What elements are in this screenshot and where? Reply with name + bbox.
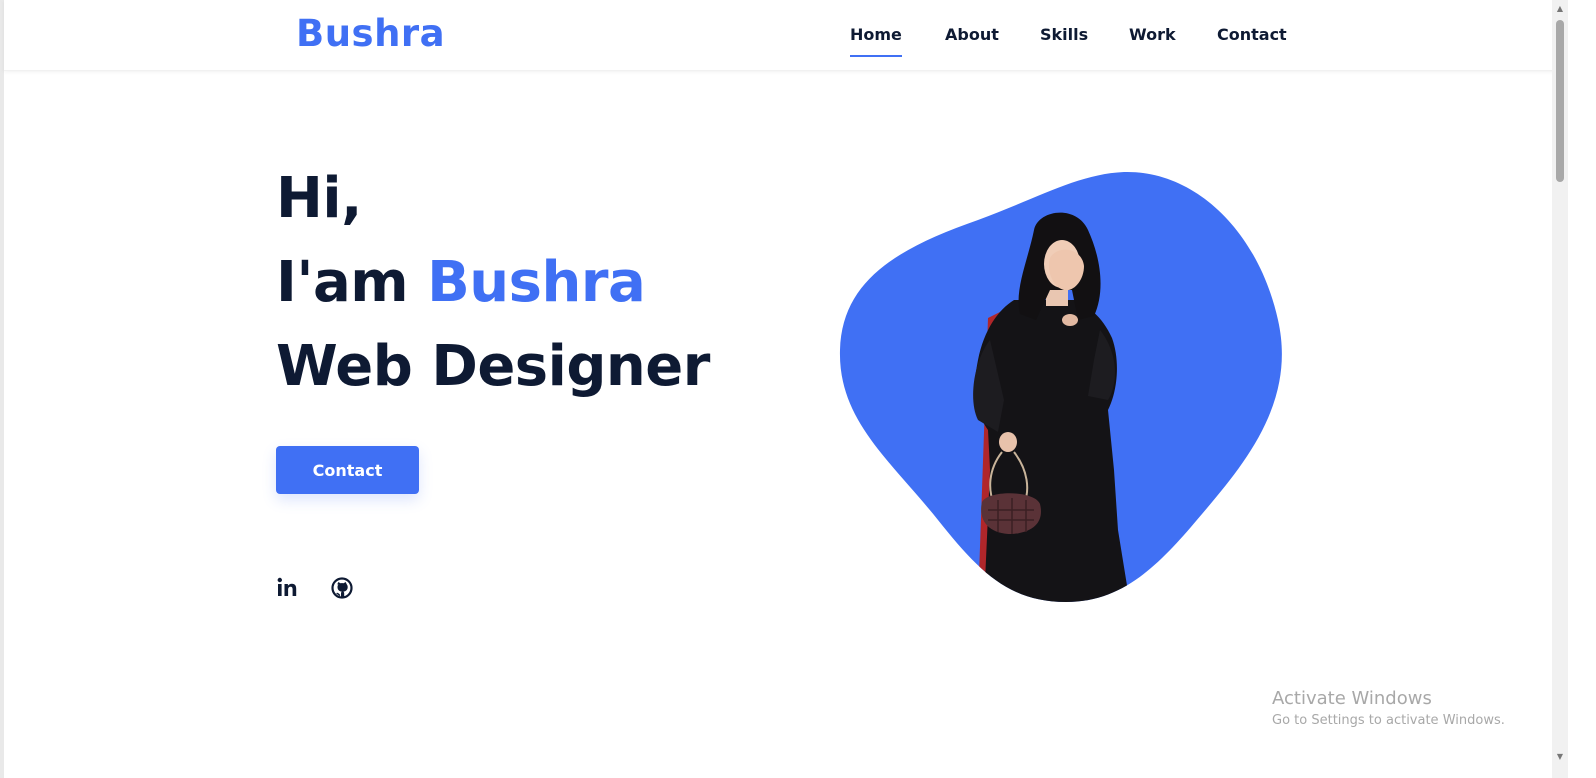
hero-greeting: Hi, <box>276 166 362 231</box>
contact-button[interactable]: Contact <box>276 446 419 494</box>
nav-about[interactable]: About <box>945 25 999 44</box>
hero-name: Bushra <box>427 250 646 315</box>
watermark-subtitle: Go to Settings to activate Windows. <box>1272 713 1505 728</box>
site-header: Bushra Home About Skills Work Contact <box>4 0 1576 71</box>
window-margin <box>1568 0 1596 778</box>
nav-contact[interactable]: Contact <box>1217 25 1287 44</box>
nav-work[interactable]: Work <box>1129 25 1176 44</box>
page: Bushra Home About Skills Work Contact Hi… <box>0 0 1596 778</box>
nav-skills[interactable]: Skills <box>1040 25 1088 44</box>
main-nav: Home About Skills Work Contact <box>4 25 1576 57</box>
github-icon[interactable] <box>328 574 356 602</box>
nav-home[interactable]: Home <box>850 25 902 57</box>
hero-intro-prefix: I'am <box>276 250 409 315</box>
linkedin-icon[interactable] <box>274 574 302 602</box>
hero-role: Web Designer <box>276 334 710 399</box>
watermark-title: Activate Windows <box>1272 688 1432 709</box>
scroll-up-arrow-icon[interactable]: ▲ <box>1552 0 1568 16</box>
hero-intro: I'am Bushra <box>276 250 646 315</box>
hero-image <box>838 170 1284 604</box>
scrollbar-thumb[interactable] <box>1556 20 1564 182</box>
vertical-scrollbar[interactable]: ▲ ▼ <box>1552 0 1568 778</box>
windows-activation-watermark: Activate Windows Go to Settings to activ… <box>1272 688 1505 728</box>
window-edge <box>0 0 4 778</box>
scroll-down-arrow-icon[interactable]: ▼ <box>1552 748 1568 764</box>
